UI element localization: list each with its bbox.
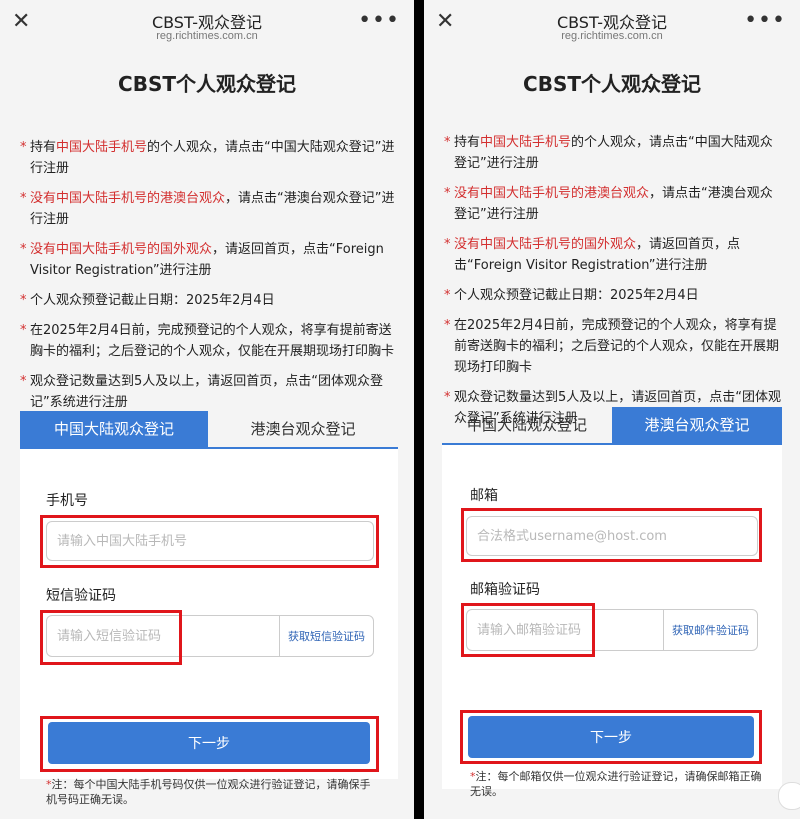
note-item: * 没有中国大陆手机号的国外观众，请返回首页，点击“Foreign Visitor…	[444, 237, 741, 273]
note-item: * 在2025年2月4日前，完成预登记的个人观众，将享有提前寄送胸卡的福利；之后登…	[20, 323, 395, 359]
sms-code-field: 获取短信验证码	[46, 615, 374, 657]
note-item: * 没有中国大陆手机号的港澳台观众，请点击“港澳台观众登记”进行注册	[444, 186, 773, 222]
next-button[interactable]: 下一步	[48, 722, 370, 764]
floating-action-icon[interactable]	[778, 782, 800, 810]
email-code-label: 邮箱验证码	[470, 582, 540, 598]
email-code-field: 获取邮件验证码	[466, 609, 758, 651]
note-item: * 没有中国大陆手机号的国外观众，请返回首页，点击“Foreign Visitor…	[20, 242, 384, 278]
note-item: * 观众登记数量达到5人及以上，请返回首页，点击“团体观众登记”系统进行注册	[20, 374, 384, 410]
email-code-input[interactable]	[467, 610, 657, 650]
sms-code-label: 短信验证码	[46, 588, 116, 604]
note-item: * 个人观众预登记截止日期：2025年2月4日	[20, 293, 275, 308]
tab-mainland[interactable]: 中国大陆观众登记	[442, 407, 612, 443]
site-url: reg.richtimes.com.cn	[156, 30, 258, 42]
email-input[interactable]	[467, 517, 757, 555]
email-field	[466, 516, 758, 556]
tab-hkmt[interactable]: 港澳台观众登记	[208, 411, 398, 447]
phone-label: 手机号	[46, 493, 88, 509]
note-item: * 在2025年2月4日前，完成预登记的个人观众，将享有提前寄送胸卡的福利；之后登…	[444, 318, 780, 375]
footnote: *注：每个中国大陆手机号码仅供一位观众进行验证登记，请确保手机号码正确无误。	[46, 778, 371, 806]
note-item: * 个人观众预登记截止日期：2025年2月4日	[444, 288, 699, 303]
email-label: 邮箱	[470, 488, 498, 504]
phone-field	[46, 521, 374, 561]
phone-input[interactable]	[47, 522, 373, 560]
sms-code-input[interactable]	[47, 616, 267, 656]
more-icon[interactable]: •••	[744, 8, 786, 33]
get-sms-code-button[interactable]: 获取短信验证码	[279, 616, 373, 656]
footnote: *注：每个邮箱仅供一位观众进行验证登记，请确保邮箱正确无误。	[470, 770, 762, 798]
notes-list: * 持有中国大陆手机号的个人观众，请点击“中国大陆观众登记”进行注册 * 没有中国大…	[20, 137, 396, 422]
left-screenshot-panel: ✕ CBST-观众登记 reg.richtimes.com.cn ••• CBS…	[0, 0, 414, 819]
tab-hkmt[interactable]: 港澳台观众登记	[612, 407, 782, 443]
notes-list: * 持有中国大陆手机号的个人观众，请点击“中国大陆观众登记”进行注册 * 没有中国大…	[444, 132, 784, 438]
tab-mainland[interactable]: 中国大陆观众登记	[20, 411, 208, 447]
browser-header: ✕ CBST-观众登记 reg.richtimes.com.cn •••	[424, 0, 800, 48]
more-icon[interactable]: •••	[358, 8, 400, 33]
registration-tabs: 中国大陆观众登记 港澳台观众登记	[442, 407, 782, 445]
page-title: CBST个人观众登记	[118, 72, 296, 96]
note-item: * 持有中国大陆手机号的个人观众，请点击“中国大陆观众登记”进行注册	[20, 140, 395, 176]
right-screenshot-panel: ✕ CBST-观众登记 reg.richtimes.com.cn ••• CBS…	[424, 0, 800, 819]
browser-header: ✕ CBST-观众登记 reg.richtimes.com.cn •••	[0, 0, 414, 48]
get-email-code-button[interactable]: 获取邮件验证码	[663, 610, 757, 650]
note-item: * 没有中国大陆手机号的港澳台观众，请点击“港澳台观众登记”进行注册	[20, 191, 395, 227]
next-button[interactable]: 下一步	[468, 716, 754, 758]
page-title: CBST个人观众登记	[523, 72, 701, 96]
registration-tabs: 中国大陆观众登记 港澳台观众登记	[20, 411, 398, 449]
note-item: * 持有中国大陆手机号的个人观众，请点击“中国大陆观众登记”进行注册	[444, 135, 773, 171]
